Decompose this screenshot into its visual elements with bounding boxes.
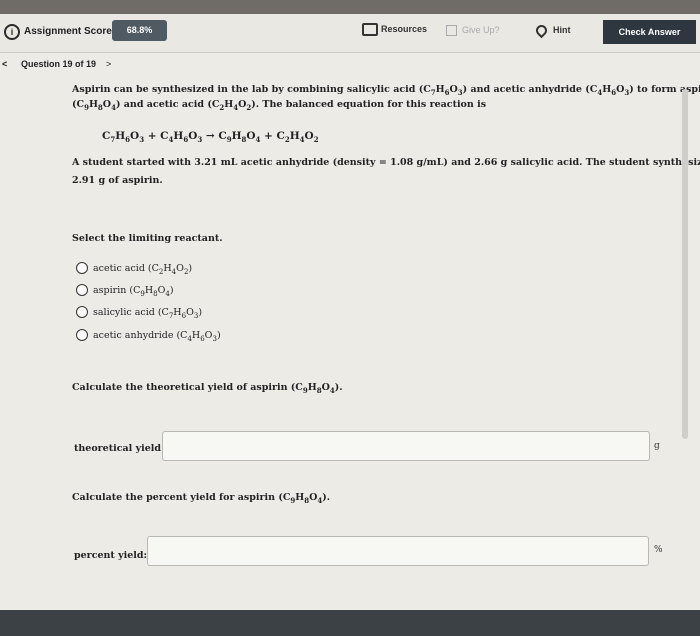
theoretical-yield-prompt-text: Calculate the theoretical yield of aspir…: [72, 382, 343, 395]
limiting-reactant-prompt: Select the limiting reactant.: [72, 233, 223, 244]
option-acetic-acid[interactable]: acetic acid (C2H4O2): [76, 262, 192, 275]
monitor-bezel-top: [0, 0, 700, 14]
radio-button[interactable]: [76, 329, 88, 341]
option-label: aspirin (C9H8O4): [93, 284, 174, 298]
problem-intro-line1-text: Aspirin can be synthesized in the lab by…: [72, 84, 700, 97]
percent-yield-unit: %: [654, 545, 663, 555]
problem-intro-line2: (C9H8O4) and acetic acid (C2H4O2). The b…: [72, 99, 486, 112]
theoretical-yield-prompt: Calculate the theoretical yield of aspir…: [72, 382, 343, 395]
problem-intro-line2-text: (C9H8O4) and acetic acid (C2H4O2). The b…: [72, 99, 487, 112]
question-content: Aspirin can be synthesized in the lab by…: [0, 14, 700, 610]
screen: i Assignment Score: 68.8% Resources Give…: [0, 14, 700, 610]
radio-button[interactable]: [76, 306, 88, 318]
option-aspirin[interactable]: aspirin (C9H8O4): [76, 284, 174, 297]
vertical-scrollbar[interactable]: [682, 89, 688, 439]
theoretical-yield-label: theoretical yield:: [74, 443, 165, 454]
option-label: acetic anhydride (C4H6O3): [93, 329, 221, 343]
balanced-equation: C7H6O3 + C4H6O3 → C9H8O4 + C2H4O2: [102, 130, 319, 144]
option-salicylic-acid[interactable]: salicylic acid (C7H6O3): [76, 306, 202, 319]
radio-button[interactable]: [76, 284, 88, 296]
problem-data-line1: A student started with 3.21 mL acetic an…: [72, 157, 700, 168]
percent-yield-prompt: Calculate the percent yield for aspirin …: [72, 492, 330, 505]
percent-yield-input[interactable]: [147, 536, 649, 566]
percent-yield-prompt-text: Calculate the percent yield for aspirin …: [72, 492, 331, 505]
problem-intro-line1: Aspirin can be synthesized in the lab by…: [72, 84, 700, 97]
percent-yield-label: percent yield:: [74, 550, 148, 561]
option-acetic-anhydride[interactable]: acetic anhydride (C4H6O3): [76, 329, 221, 342]
monitor-bezel-bottom: [0, 610, 700, 636]
theoretical-yield-unit: g: [654, 441, 660, 451]
option-label: acetic acid (C2H4O2): [93, 262, 193, 276]
radio-button[interactable]: [76, 262, 88, 274]
option-label: salicylic acid (C7H6O3): [93, 306, 203, 320]
balanced-equation-text: C7H6O3 + C4H6O3 → C9H8O4 + C2H4O2: [102, 130, 319, 145]
problem-data-line2: 2.91 g of aspirin.: [72, 175, 163, 186]
theoretical-yield-input[interactable]: [162, 431, 650, 461]
